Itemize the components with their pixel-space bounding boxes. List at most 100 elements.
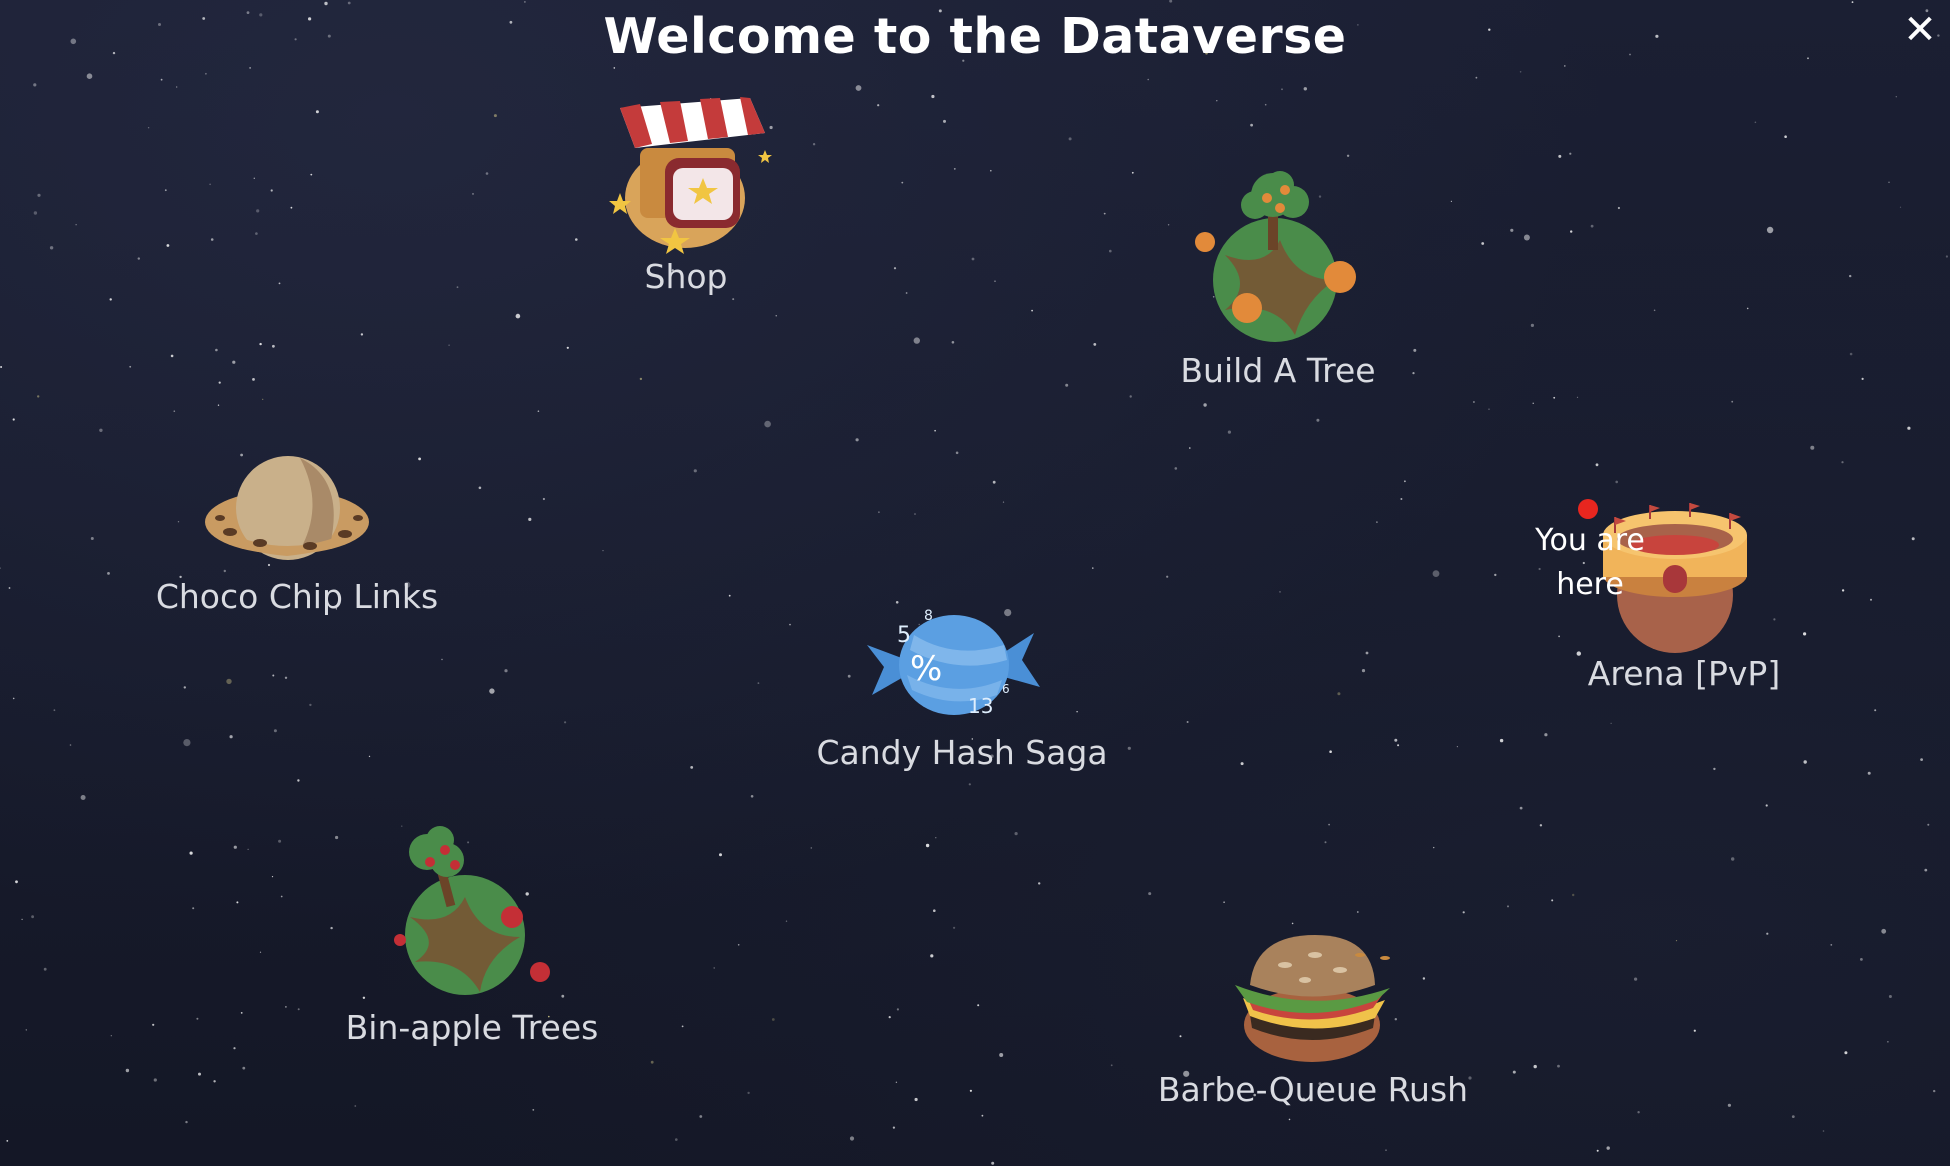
star <box>284 676 288 679</box>
star <box>1472 401 1475 403</box>
location-label-bin-apple-trees[interactable]: Bin-apple Trees <box>346 1008 599 1047</box>
star <box>12 418 15 421</box>
star <box>1634 977 1638 981</box>
star <box>259 342 262 346</box>
candy-number-13: 13 <box>968 694 993 718</box>
star <box>953 926 956 929</box>
location-label-shop[interactable]: Shop <box>645 257 728 296</box>
star <box>1068 137 1072 141</box>
star <box>80 795 86 800</box>
location-label-build-a-tree[interactable]: Build A Tree <box>1180 351 1375 390</box>
star <box>690 766 694 769</box>
star <box>252 378 255 381</box>
star <box>310 173 313 176</box>
star <box>1803 632 1807 636</box>
star <box>107 572 110 575</box>
star <box>1065 383 1069 387</box>
star <box>368 755 371 758</box>
location-label-barbe-queue-rush[interactable]: Barbe-Queue Rush <box>1158 1070 1468 1109</box>
star <box>1887 1041 1889 1043</box>
star <box>297 779 300 782</box>
star <box>478 486 482 490</box>
star <box>335 835 339 840</box>
star <box>270 189 273 192</box>
star <box>164 189 167 192</box>
star <box>1468 1076 1472 1080</box>
star <box>1397 744 1400 747</box>
star <box>53 709 56 712</box>
star <box>728 594 731 597</box>
current-location-dot <box>1578 499 1598 519</box>
star <box>855 438 859 442</box>
star <box>229 735 233 739</box>
star <box>1324 841 1327 844</box>
star <box>315 110 319 114</box>
star <box>86 73 93 79</box>
star <box>1803 760 1807 764</box>
star <box>1462 911 1465 914</box>
star <box>1038 882 1041 885</box>
star <box>218 381 221 384</box>
location-build-a-tree[interactable] <box>1185 160 1365 350</box>
star <box>1766 932 1769 935</box>
star <box>532 1109 535 1111</box>
star <box>1822 1130 1825 1132</box>
star <box>256 209 260 213</box>
star <box>1316 418 1320 422</box>
star <box>485 172 489 175</box>
star <box>1523 234 1530 241</box>
star <box>914 513 916 515</box>
location-choco-chip-links[interactable] <box>200 450 375 575</box>
star <box>914 1097 918 1102</box>
star <box>1519 806 1523 810</box>
star <box>1920 758 1923 761</box>
star <box>639 377 643 381</box>
star <box>196 1017 199 1020</box>
star <box>1830 944 1833 946</box>
star <box>1773 618 1776 621</box>
star <box>1610 722 1612 724</box>
star <box>1279 591 1281 593</box>
star <box>737 944 740 946</box>
star <box>183 739 191 747</box>
star <box>25 1029 27 1031</box>
star <box>232 360 236 364</box>
star <box>1693 1029 1696 1032</box>
star <box>1337 692 1341 696</box>
star <box>1169 0 1173 3</box>
star <box>1569 152 1572 155</box>
star <box>699 1115 703 1118</box>
star <box>953 168 956 170</box>
star <box>1617 206 1620 210</box>
star <box>493 114 497 118</box>
star <box>901 181 904 184</box>
star <box>1553 396 1556 399</box>
star <box>1784 135 1787 138</box>
star <box>280 895 283 898</box>
candy-planet-icon: 5 8 % 13 6 <box>867 608 1040 718</box>
location-candy-hash-saga[interactable]: 5 8 % 13 6 <box>862 605 1042 725</box>
star <box>1615 480 1618 484</box>
star <box>1746 307 1749 310</box>
star <box>1250 123 1253 127</box>
star <box>6 1140 9 1142</box>
location-label-arena[interactable]: Arena [PvP] <box>1588 654 1780 693</box>
star <box>943 119 946 123</box>
star <box>285 1006 287 1008</box>
close-icon[interactable]: ✕ <box>1898 8 1942 52</box>
location-bin-apple-trees[interactable] <box>385 822 565 1002</box>
location-label-candy-hash-saga[interactable]: Candy Hash Saga <box>816 733 1107 772</box>
location-barbe-queue-rush[interactable] <box>1225 930 1400 1065</box>
star <box>1765 804 1768 807</box>
location-shop[interactable] <box>600 88 780 258</box>
star <box>1422 977 1426 980</box>
star <box>448 344 450 347</box>
star <box>1927 823 1930 826</box>
star <box>1432 570 1440 577</box>
star <box>789 623 791 626</box>
location-label-choco-chip-links[interactable]: Choco Chip Links <box>156 577 438 616</box>
star <box>1189 447 1191 449</box>
star <box>990 169 992 172</box>
star <box>262 398 264 400</box>
star <box>1288 1118 1291 1121</box>
